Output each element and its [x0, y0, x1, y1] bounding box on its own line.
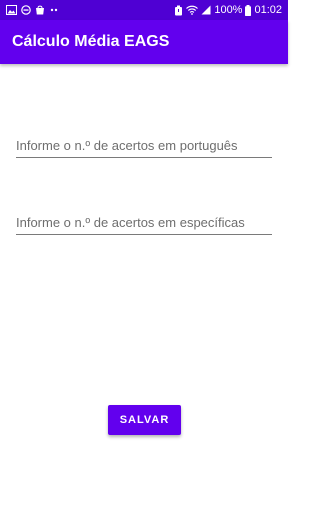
wifi-icon	[186, 5, 199, 15]
dots-icon	[49, 5, 59, 15]
status-bar-left	[6, 3, 59, 17]
signal-icon	[201, 5, 211, 15]
battery-percent: 100%	[214, 4, 243, 16]
page-title: Cálculo Média EAGS	[12, 33, 170, 50]
portugues-acertos-input[interactable]	[16, 133, 272, 158]
battery-icon	[245, 4, 252, 16]
bag-icon	[35, 5, 45, 15]
especificas-acertos-input[interactable]	[16, 210, 272, 235]
app-screen: 100% 01:02 Cálculo Média EAGS SALVAR	[0, 0, 288, 512]
status-bar-right: 100% 01:02	[174, 3, 282, 17]
save-button[interactable]: SALVAR	[108, 405, 181, 435]
alarm-icon	[174, 5, 183, 16]
minus-circle-icon	[21, 5, 31, 15]
app-bar: Cálculo Média EAGS	[0, 20, 288, 64]
status-bar: 100% 01:02	[0, 0, 288, 20]
image-icon	[6, 5, 17, 15]
status-time: 01:02	[254, 4, 282, 16]
